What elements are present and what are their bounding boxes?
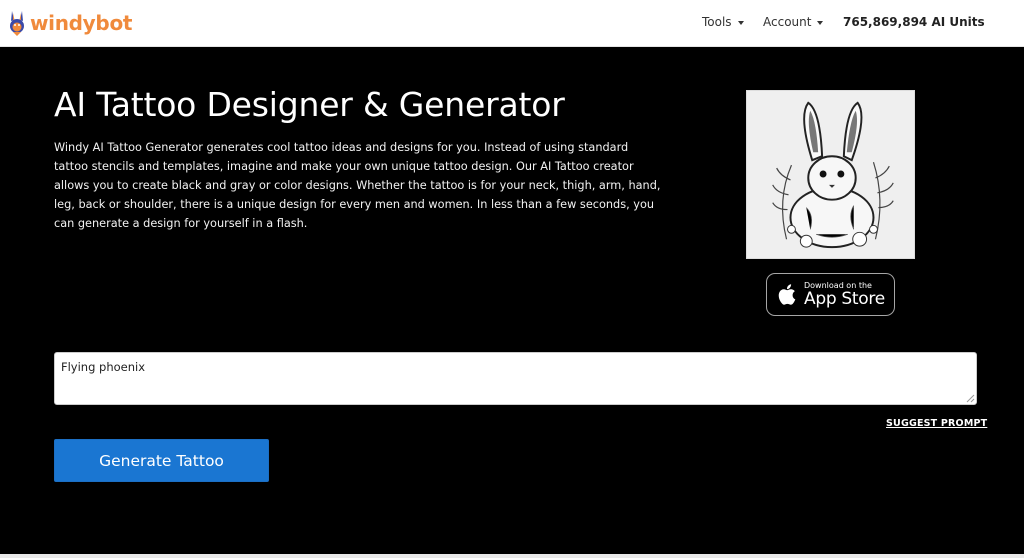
- nav-tools-label: Tools: [702, 15, 732, 29]
- ai-units-balance[interactable]: 765,869,894 AI Units: [843, 15, 985, 29]
- page-description: Windy AI Tattoo Generator generates cool…: [54, 141, 661, 230]
- nav-account-menu[interactable]: Account: [763, 15, 824, 29]
- bottom-border: [0, 554, 1024, 558]
- nav-tools-menu[interactable]: Tools: [702, 15, 744, 29]
- rabbit-tattoo-illustration: [747, 91, 914, 258]
- top-navbar: windybot Tools Account 765,869,894 AI Un…: [0, 0, 1024, 47]
- brand-logo[interactable]: windybot: [7, 9, 132, 37]
- ai-units-label: 765,869,894 AI Units: [843, 15, 985, 29]
- apple-logo-icon: [778, 284, 796, 305]
- brand-name: windybot: [30, 11, 133, 35]
- app-store-badge[interactable]: Download on the App Store: [766, 273, 895, 316]
- tattoo-prompt-input[interactable]: Flying phoenix: [54, 352, 977, 405]
- sample-tattoo-image: [746, 90, 915, 259]
- app-store-big-text: App Store: [804, 288, 885, 309]
- suggest-prompt-link[interactable]: SUGGEST PROMPT: [886, 418, 987, 429]
- app-store-text: Download on the App Store: [804, 281, 885, 309]
- resize-handle-icon[interactable]: [966, 394, 975, 403]
- hero-section: AI Tattoo Designer & Generator Windy AI …: [0, 48, 1024, 558]
- nav-account-label: Account: [763, 15, 812, 29]
- chevron-down-icon: [817, 20, 824, 25]
- chevron-down-icon: [737, 20, 744, 25]
- rabbit-logo-icon: [10, 11, 24, 36]
- generate-tattoo-button[interactable]: Generate Tattoo: [54, 439, 269, 482]
- page-title: AI Tattoo Designer & Generator: [54, 85, 565, 124]
